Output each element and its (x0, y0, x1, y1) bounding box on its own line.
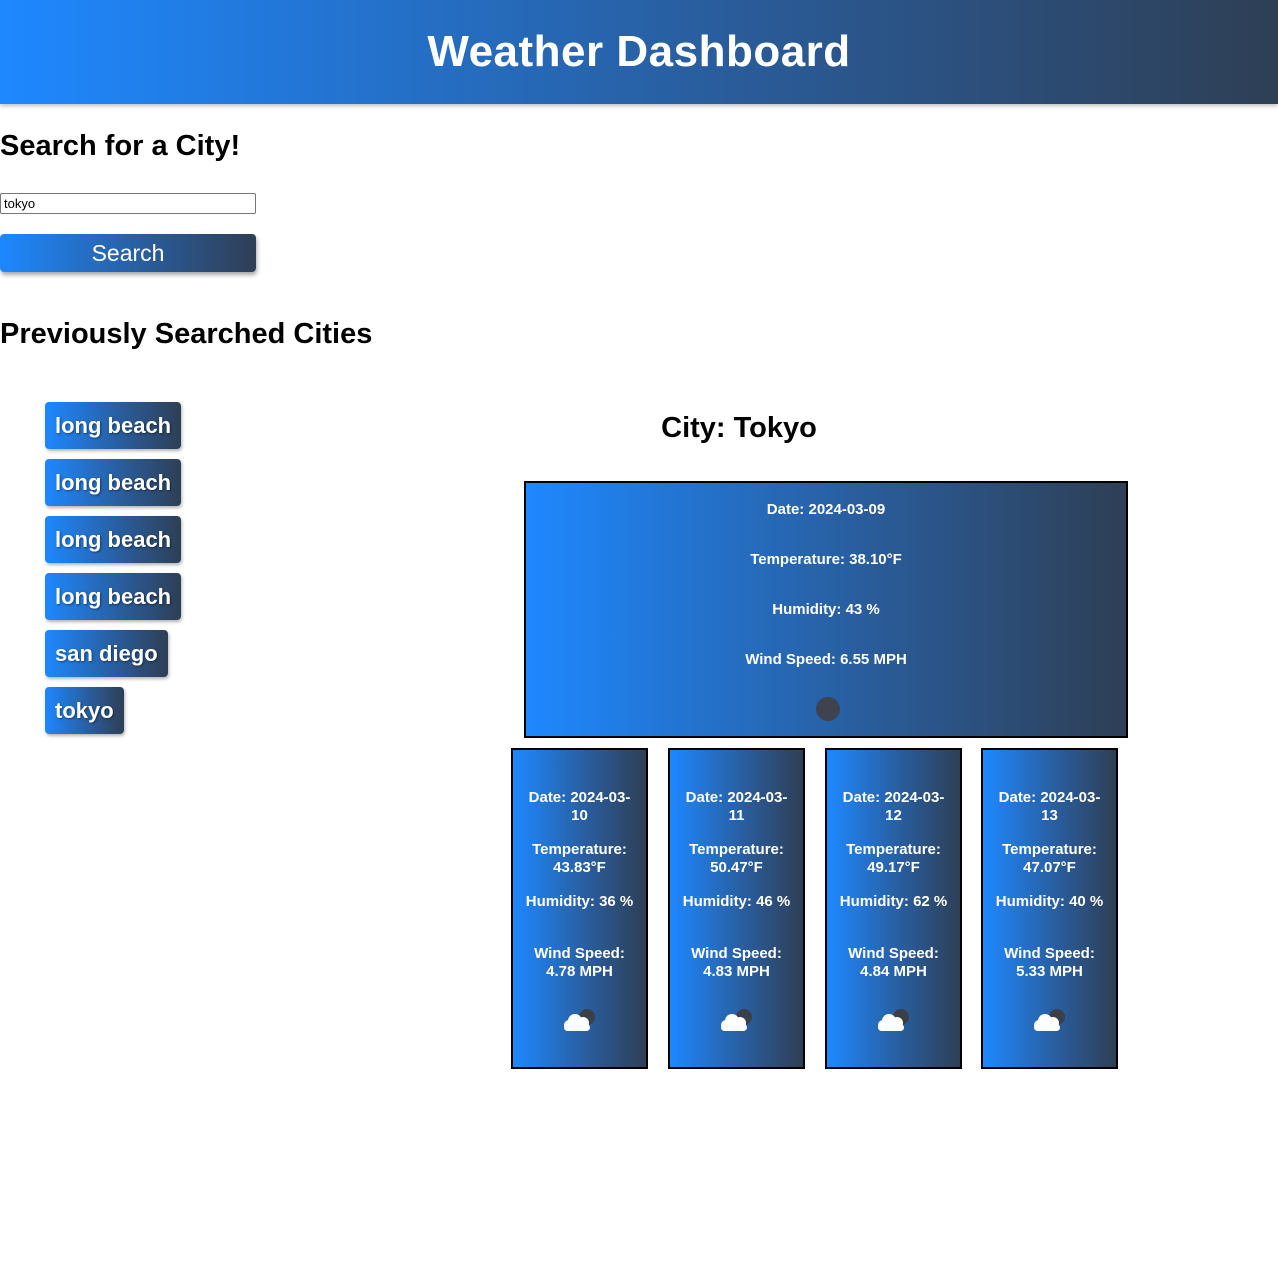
forecast-temperature: Temperature: 47.07°F (1002, 841, 1097, 876)
current-humidity: Humidity: 43 % (772, 601, 880, 618)
forecast-humidity: Humidity: 46 % (682, 893, 791, 910)
history-city-button[interactable]: long beach (45, 573, 182, 620)
forecast-wind-speed: Wind Speed: 5.33 MPH (1004, 945, 1095, 980)
forecast-card: Date: 2024-03-11 Temperature: 50.47°F Hu… (668, 748, 805, 1069)
forecast-temperature: Temperature: 49.17°F (846, 841, 941, 876)
history-city-button[interactable]: san diego (45, 630, 168, 677)
forecast-wind-speed: Wind Speed: 4.83 MPH (691, 945, 782, 980)
forecast-humidity: Humidity: 36 % (525, 893, 634, 910)
current-date: Date: 2024-03-09 (766, 501, 886, 518)
current-city-title: City: Tokyo (661, 412, 817, 444)
forecast-date: Date: 2024-03-10 (528, 789, 631, 824)
cloud-icon (720, 1009, 752, 1031)
page-title: Weather Dashboard (427, 27, 851, 76)
history-city-button[interactable]: tokyo (45, 687, 124, 734)
forecast-card: Date: 2024-03-12 Temperature: 49.17°F Hu… (825, 748, 962, 1069)
forecast-card: Date: 2024-03-13 Temperature: 47.07°F Hu… (981, 748, 1118, 1069)
search-button[interactable]: Search (0, 234, 256, 272)
forecast-date: Date: 2024-03-11 (685, 789, 788, 824)
forecast-wind-speed: Wind Speed: 4.78 MPH (534, 945, 625, 980)
history-list: long beach long beach long beach long be… (45, 402, 182, 744)
cloud-icon (563, 1009, 595, 1031)
forecast-temperature: Temperature: 43.83°F (532, 841, 627, 876)
current-wind-speed: Wind Speed: 6.55 MPH (745, 651, 907, 668)
page-header: Weather Dashboard (0, 0, 1278, 104)
weather-icon (816, 697, 840, 721)
forecast-humidity: Humidity: 62 % (839, 893, 948, 910)
forecast-date: Date: 2024-03-13 (998, 789, 1101, 824)
current-temperature: Temperature: 38.10°F (750, 551, 902, 568)
history-city-button[interactable]: long beach (45, 402, 182, 449)
forecast-date: Date: 2024-03-12 (842, 789, 945, 824)
city-search-input[interactable] (0, 193, 256, 214)
cloud-icon (1033, 1009, 1065, 1031)
forecast-card: Date: 2024-03-10 Temperature: 43.83°F Hu… (511, 748, 648, 1069)
forecast-temperature: Temperature: 50.47°F (689, 841, 784, 876)
forecast-humidity: Humidity: 40 % (995, 893, 1104, 910)
history-city-button[interactable]: long beach (45, 459, 182, 506)
current-weather-card: Date: 2024-03-09 Temperature: 38.10°F Hu… (524, 481, 1128, 738)
history-city-button[interactable]: long beach (45, 516, 182, 563)
history-heading: Previously Searched Cities (0, 318, 373, 350)
forecast-wind-speed: Wind Speed: 4.84 MPH (848, 945, 939, 980)
search-heading: Search for a City! (0, 130, 241, 162)
cloud-icon (877, 1009, 909, 1031)
